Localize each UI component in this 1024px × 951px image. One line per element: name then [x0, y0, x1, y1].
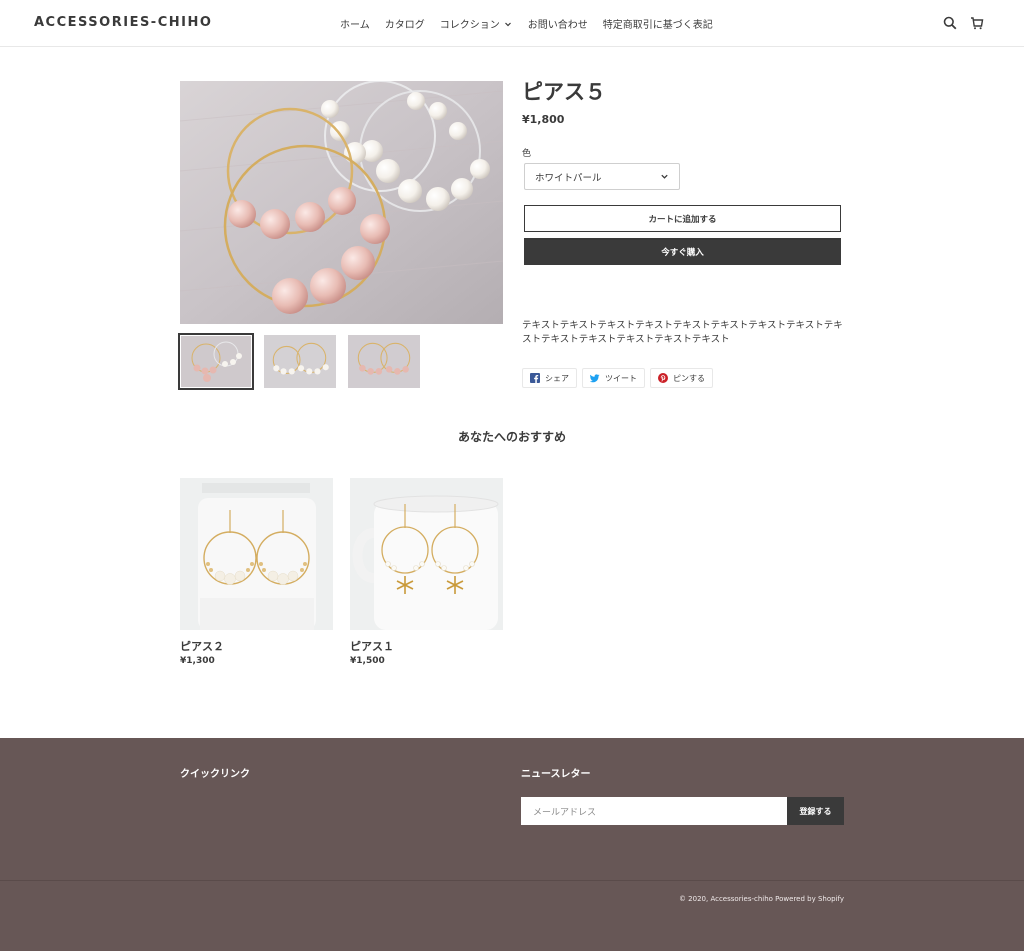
footer-divider — [0, 880, 1024, 881]
variant-label: 色 — [522, 149, 532, 160]
product-info: ピアス５ ¥1,800 色 ホワイトパール カートに追加する 今すぐ購入 — [522, 80, 842, 266]
product-main-image[interactable] — [180, 81, 503, 324]
product-card-name: ピアス１ — [350, 640, 394, 653]
nav-label: ホーム — [340, 20, 370, 31]
tweet-label: ツイート — [605, 373, 637, 383]
main-nav: ホーム カタログ コレクション お問い合わせ 特定商取引に基づく表記 — [340, 16, 728, 31]
facebook-icon — [530, 373, 540, 383]
product-price: ¥1,800 — [522, 113, 565, 127]
nav-item-home[interactable]: ホーム — [340, 16, 370, 31]
nav-item-collections[interactable]: コレクション — [440, 16, 513, 31]
product-card[interactable]: ピアス１ ¥1,500 — [350, 478, 503, 666]
chevron-down-icon — [661, 174, 668, 179]
nav-item-contact[interactable]: お問い合わせ — [528, 16, 588, 31]
product-card-name: ピアス２ — [180, 640, 224, 653]
pinterest-icon — [658, 373, 668, 383]
share-label: シェア — [545, 373, 569, 383]
store-logo[interactable]: ACCESSORIES-CHIHO — [34, 15, 212, 30]
product-card[interactable]: ピアス２ ¥1,300 — [180, 478, 333, 666]
color-select[interactable]: ホワイトパール — [524, 163, 680, 191]
quick-links-heading: クイックリンク — [180, 769, 250, 780]
site-header: ACCESSORIES-CHIHO ホーム カタログ コレクション お問い合わせ… — [0, 0, 1024, 47]
site-footer: クイックリンク ニュースレター メールアドレス 登録する © 2020, Acc… — [0, 738, 1024, 951]
header-icons — [943, 16, 984, 30]
thumbnail-image — [181, 336, 251, 387]
buy-now-button[interactable]: 今すぐ購入 — [524, 238, 841, 266]
nav-label: コレクション — [439, 20, 500, 31]
pin-label: ピンする — [673, 373, 705, 383]
product-card-price: ¥1,500 — [350, 656, 385, 666]
recommendations-title: あなたへのおすすめ — [457, 430, 566, 444]
thumbnail-image — [264, 335, 336, 388]
product-card-image — [350, 478, 503, 630]
earrings-on-cup-photo — [350, 478, 503, 630]
email-input[interactable]: メールアドレス — [521, 797, 787, 825]
product-thumbnails — [178, 333, 422, 390]
earrings-photo — [180, 81, 503, 324]
product-thumbnail[interactable] — [346, 333, 422, 390]
nav-item-legal[interactable]: 特定商取引に基づく表記 — [603, 16, 713, 31]
product-card-price: ¥1,300 — [180, 656, 215, 666]
color-select-value: ホワイトパール — [535, 172, 602, 184]
product-thumbnail[interactable] — [178, 333, 254, 390]
product-description: テキストテキストテキストテキストテキストテキストテキストテキストテキストテキスト… — [522, 320, 843, 345]
facebook-share-button[interactable]: シェア — [522, 368, 577, 388]
cart-icon[interactable] — [970, 16, 984, 30]
nav-item-catalog[interactable]: カタログ — [385, 16, 425, 31]
chevron-down-icon — [504, 22, 511, 26]
nav-label: 特定商取引に基づく表記 — [602, 20, 713, 31]
twitter-tweet-button[interactable]: ツイート — [582, 368, 645, 388]
copyright: © 2020, Accessories-chiho Powered by Sho… — [678, 895, 844, 903]
twitter-icon — [590, 374, 600, 383]
nav-label: カタログ — [384, 20, 425, 31]
pinterest-pin-button[interactable]: ピンする — [650, 368, 713, 388]
earrings-on-cup-photo — [180, 478, 333, 630]
nav-label: お問い合わせ — [527, 20, 588, 31]
newsletter-form: メールアドレス 登録する — [521, 797, 844, 825]
thumbnail-image — [348, 335, 420, 388]
product-title: ピアス５ — [522, 80, 606, 104]
add-to-cart-button[interactable]: カートに追加する — [524, 205, 841, 233]
product-thumbnail[interactable] — [262, 333, 338, 390]
search-icon[interactable] — [943, 16, 957, 30]
newsletter-heading: ニュースレター — [521, 769, 591, 780]
product-card-image — [180, 478, 333, 630]
social-sharing: シェア ツイート ピンする — [522, 368, 713, 388]
subscribe-button[interactable]: 登録する — [787, 797, 844, 825]
